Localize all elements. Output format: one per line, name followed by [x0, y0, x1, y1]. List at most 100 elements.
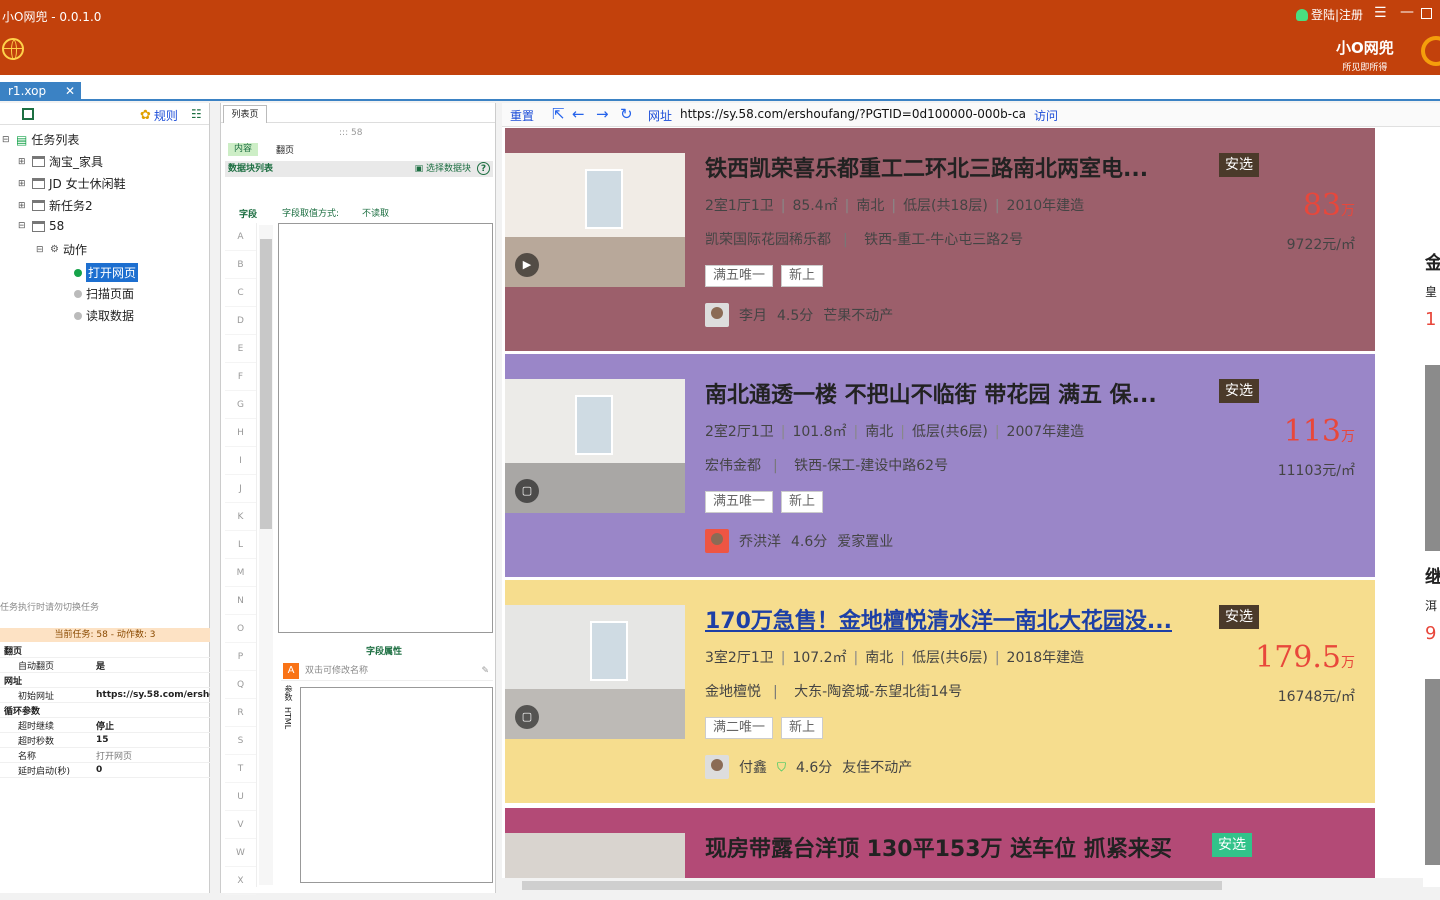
- visit-button[interactable]: 访问: [1034, 107, 1058, 124]
- pick-block-button[interactable]: ▣ 选择数据块: [415, 161, 471, 177]
- listing-photo[interactable]: ▢: [505, 379, 685, 513]
- globe-icon[interactable]: [2, 38, 24, 60]
- agent-info[interactable]: 李月 4.5分 芒果不动产: [705, 303, 893, 327]
- prop-row[interactable]: 初始网址 https://sy.58.com/ersho: [0, 688, 210, 703]
- field-letter[interactable]: B: [225, 251, 256, 279]
- tree-item-task2[interactable]: ⊞ 新任务2: [18, 197, 93, 214]
- prop-row[interactable]: 超时秒数 15: [0, 733, 210, 748]
- scrollbar-thumb[interactable]: [522, 881, 1222, 890]
- pencil-icon[interactable]: ✎: [481, 661, 489, 681]
- field-letter[interactable]: Q: [225, 671, 256, 699]
- field-letter[interactable]: D: [225, 307, 256, 335]
- login-link[interactable]: 登陆|注册: [1296, 6, 1363, 23]
- prop-group[interactable]: 翻页: [0, 643, 210, 658]
- close-icon[interactable]: ✕: [65, 82, 75, 101]
- field-letter[interactable]: K: [225, 503, 256, 531]
- refresh-icon[interactable]: ↻: [620, 105, 633, 123]
- field-letter[interactable]: R: [225, 699, 256, 727]
- play-icon[interactable]: ▶: [515, 253, 539, 277]
- tree-view-icon[interactable]: ☷: [191, 107, 202, 121]
- field-letter[interactable]: H: [225, 419, 256, 447]
- field-list-box[interactable]: [278, 223, 493, 633]
- prop-row[interactable]: 延时启动(秒) 0: [0, 763, 210, 778]
- listing-card[interactable]: ▶ 铁西凯荣喜乐都重工二环北三路南北两室电... 安选 2室1厅1卫 | 85.4㎡…: [505, 128, 1375, 351]
- field-letter[interactable]: L: [225, 531, 256, 559]
- content-button[interactable]: 内容: [228, 143, 258, 156]
- reset-button[interactable]: 重置: [510, 107, 534, 124]
- community-link[interactable]: 凯荣国际花园稀乐都: [705, 232, 831, 248]
- listing-photo[interactable]: ▶: [505, 153, 685, 287]
- help-icon[interactable]: ?: [477, 162, 490, 175]
- listing-photo[interactable]: [505, 833, 685, 878]
- expand-icon[interactable]: ⊞: [18, 157, 28, 167]
- listing-card[interactable]: ▢ 170万急售！金地檀悦清水洋一南北大花园没... 安选 3室2厅1卫 | 107…: [505, 580, 1375, 803]
- menu-icon[interactable]: ☰: [1374, 5, 1387, 21]
- field-letter[interactable]: S: [225, 727, 256, 755]
- collapse-icon[interactable]: ⊟: [18, 221, 28, 231]
- gallery-icon[interactable]: ▢: [515, 479, 539, 503]
- field-letter[interactable]: J: [225, 475, 256, 503]
- field-letter[interactable]: N: [225, 587, 256, 615]
- listing-title[interactable]: 现房带露台洋顶 130平153万 送车位 抓紧来买: [705, 831, 1205, 863]
- tree-root[interactable]: ⊟ ▤ 任务列表: [2, 131, 79, 148]
- tab-html[interactable]: HTML: [283, 707, 292, 729]
- field-letter[interactable]: P: [225, 643, 256, 671]
- field-letter[interactable]: E: [225, 335, 256, 363]
- listing-photo[interactable]: ▢: [505, 605, 685, 739]
- maximize-icon[interactable]: [1421, 8, 1432, 19]
- collapse-icon[interactable]: ⊟: [2, 135, 12, 145]
- prop-row[interactable]: 名称 打开网页: [0, 748, 210, 763]
- prop-row[interactable]: 自动翻页是: [0, 658, 210, 673]
- field-letter[interactable]: G: [225, 391, 256, 419]
- field-name-input[interactable]: A 双击可修改名称 ✎: [281, 661, 493, 681]
- tree-action-open[interactable]: 打开网页: [74, 263, 139, 282]
- listing-card[interactable]: ▢ 南北通透一楼 不把山不临街 带花园 满五 保... 安选 2室2厅1卫 | 10…: [505, 354, 1375, 577]
- field-mode-value[interactable]: 不读取: [362, 206, 389, 219]
- field-letter[interactable]: A: [225, 223, 256, 251]
- field-letter[interactable]: I: [225, 447, 256, 475]
- horizontal-scrollbar[interactable]: [502, 878, 1440, 893]
- field-letter[interactable]: O: [225, 615, 256, 643]
- rule-button[interactable]: ✿ 规则: [140, 107, 178, 124]
- field-letter[interactable]: V: [225, 811, 256, 839]
- tab-list-page[interactable]: 列表页: [223, 105, 267, 123]
- field-attr-box[interactable]: [300, 687, 493, 883]
- prop-group[interactable]: 循环参数: [0, 703, 210, 718]
- community-link[interactable]: 金地檀悦: [705, 684, 761, 700]
- url-input[interactable]: https://sy.58.com/ershoufang/?PGTID=0d10…: [680, 107, 1026, 121]
- minimize-icon[interactable]: —: [1400, 4, 1414, 20]
- expand-icon[interactable]: ⊞: [18, 179, 28, 189]
- field-letter[interactable]: U: [225, 783, 256, 811]
- tree-item-58[interactable]: ⊟ 58: [18, 219, 64, 233]
- pointer-icon[interactable]: ⇱: [552, 105, 565, 123]
- field-letter[interactable]: T: [225, 755, 256, 783]
- community-link[interactable]: 宏伟金都: [705, 458, 761, 474]
- listing-card[interactable]: 现房带露台洋顶 130平153万 送车位 抓紧来买 安选: [505, 808, 1375, 878]
- tree-action-scan[interactable]: 扫描页面: [74, 285, 134, 302]
- tree-item-taobao[interactable]: ⊞ 淘宝_家具: [18, 153, 103, 170]
- agent-info[interactable]: 付鑫 ⛉ 4.6分 友佳不动产: [705, 755, 912, 779]
- forward-icon[interactable]: →: [596, 105, 609, 123]
- field-letter[interactable]: F: [225, 363, 256, 391]
- gallery-icon[interactable]: ▢: [515, 705, 539, 729]
- prop-group[interactable]: 网址: [0, 673, 210, 688]
- listing-title[interactable]: 铁西凯荣喜乐都重工二环北三路南北两室电...: [705, 151, 1205, 183]
- prop-row[interactable]: 超时继续 停止: [0, 718, 210, 733]
- field-letter[interactable]: M: [225, 559, 256, 587]
- expand-icon[interactable]: ⊞: [18, 201, 28, 211]
- tree-action-group[interactable]: ⊟ ⚙ 动作: [36, 241, 87, 258]
- back-icon[interactable]: ←: [572, 105, 585, 123]
- collapse-icon[interactable]: ⊟: [36, 245, 46, 255]
- agent-info[interactable]: 乔洪洋 4.6分 爱家置业: [705, 529, 893, 553]
- listing-title[interactable]: 170万急售！金地檀悦清水洋一南北大花园没...: [705, 603, 1205, 635]
- field-scrollbar[interactable]: [259, 225, 273, 885]
- listing-title[interactable]: 南北通透一楼 不把山不临街 带花园 满五 保...: [705, 377, 1205, 409]
- field-letter[interactable]: X: [225, 867, 256, 895]
- scrollbar-thumb[interactable]: [260, 239, 272, 529]
- tab-params[interactable]: 参数: [283, 685, 294, 701]
- save-icon[interactable]: [22, 108, 34, 120]
- field-letter[interactable]: C: [225, 279, 256, 307]
- tree-item-jd[interactable]: ⊞ JD 女士休闲鞋: [18, 175, 126, 192]
- paging-button[interactable]: 翻页: [276, 143, 294, 156]
- tree-action-read[interactable]: 读取数据: [74, 307, 134, 324]
